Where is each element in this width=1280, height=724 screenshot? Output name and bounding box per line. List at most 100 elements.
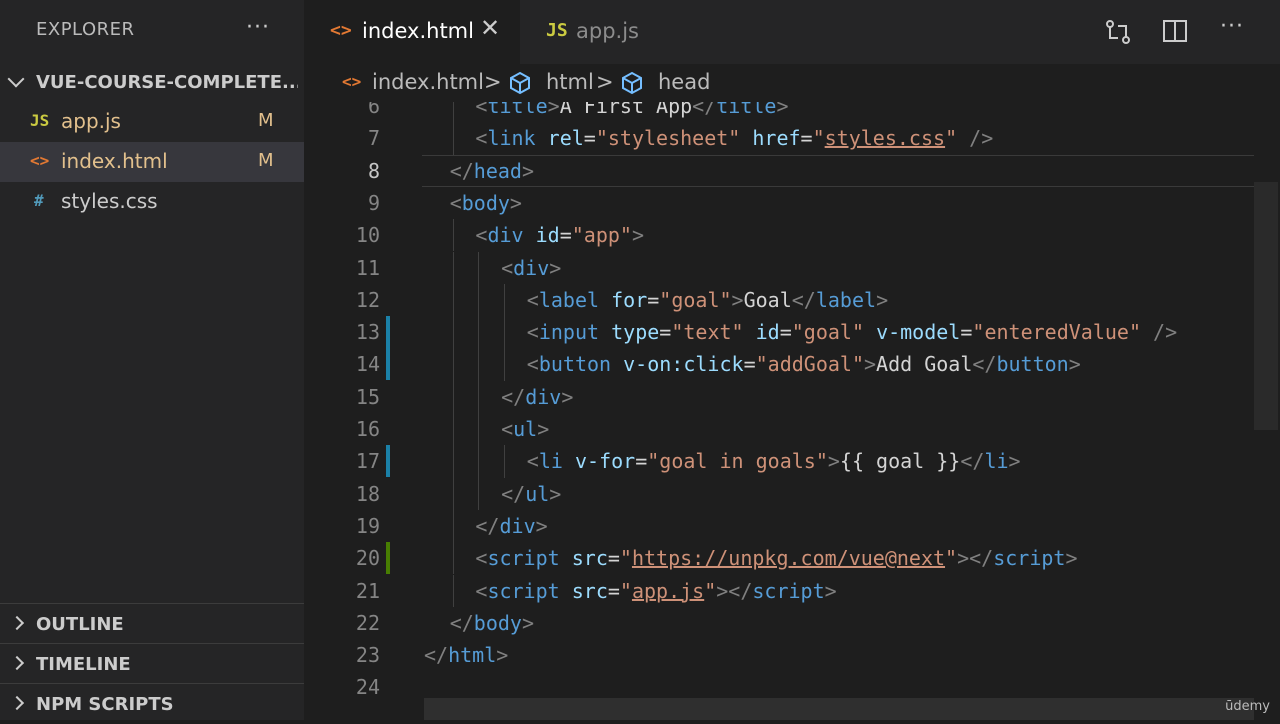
code-line[interactable]: 14 <button v-on:click="addGoal">Add Goal<…	[304, 348, 1254, 381]
file-item-index-html[interactable]: <> index.html M	[0, 142, 304, 182]
code-token: =	[800, 126, 813, 151]
code-line[interactable]: 6 <title>A First App</title>	[304, 102, 1254, 123]
panel-timeline[interactable]: TIMELINE	[0, 643, 304, 684]
code-editor[interactable]: 6 <title>A First App</title> 7 <link rel="s…	[304, 102, 1280, 720]
code-token: <	[501, 417, 514, 441]
indent-guide	[452, 316, 454, 349]
code-token: script	[487, 546, 560, 571]
code-token: {{ goal }}	[839, 449, 961, 474]
code-token: ></	[716, 578, 753, 603]
code-token: ul	[525, 481, 550, 506]
code-line[interactable]: 12 <label for="goal">Goal</label>	[304, 283, 1254, 317]
horizontal-scrollbar[interactable]	[424, 698, 1254, 720]
code-token: title	[487, 102, 548, 118]
file-item-app-js[interactable]: JS app.js M	[0, 102, 304, 142]
panel-npm-scripts[interactable]: NPM SCRIPTS	[0, 683, 304, 724]
code-line[interactable]: 16 <ul>	[304, 413, 1254, 446]
code-line[interactable]: 18 </ul>	[304, 477, 1254, 510]
code-line[interactable]: 10 <div id="app">	[304, 219, 1254, 252]
code-token: =	[559, 223, 572, 248]
code-text: <button v-on:click="addGoal">Add Goal</b…	[527, 352, 1081, 376]
code-token: link	[487, 126, 536, 151]
code-line[interactable]: 19 </div>	[304, 509, 1254, 543]
close-icon[interactable]: ✕	[480, 14, 500, 42]
code-token: Goal	[743, 287, 792, 312]
code-line[interactable]: 7 <link rel="stylesheet" href="styles.css…	[304, 122, 1254, 155]
code-token: >	[537, 417, 550, 441]
indent-guide	[452, 509, 454, 543]
file-item-styles-css[interactable]: # styles.css	[0, 182, 304, 222]
explorer-title: EXPLORER	[36, 19, 135, 40]
vertical-scrollbar[interactable]	[1254, 182, 1278, 430]
breadcrumb-html[interactable]: html	[546, 70, 594, 94]
folder-name: VUE-COURSE-COMPLETE...	[36, 72, 298, 93]
code-token: type	[611, 320, 660, 345]
breadcrumb-file[interactable]: index.html	[372, 70, 484, 94]
more-actions-icon[interactable]: ···	[246, 15, 270, 40]
split-editor-icon[interactable]	[1162, 18, 1188, 50]
tab-index-html[interactable]: <> index.html ✕	[304, 0, 520, 64]
code-token: =	[960, 320, 973, 345]
code-line[interactable]: 13 <input type="text" id="goal" v-model="…	[304, 316, 1254, 349]
code-token: <	[475, 578, 488, 603]
file-name: styles.css	[61, 189, 158, 213]
code-token: styles.css	[824, 126, 946, 151]
code-token: >	[547, 102, 560, 118]
html-file-icon: <>	[342, 72, 362, 91]
code-token: div	[487, 223, 524, 248]
gutter-change-marker	[386, 445, 390, 478]
code-token: li	[538, 449, 563, 474]
breadcrumb-head[interactable]: head	[658, 70, 710, 94]
code-line[interactable]: 20 <script src="https://unpkg.com/vue@nex…	[304, 542, 1254, 575]
code-token: <	[526, 449, 539, 474]
code-token: <	[475, 126, 488, 151]
line-number: 21	[355, 578, 380, 603]
code-token: "stylesheet"	[595, 126, 741, 151]
code-line[interactable]: 23 </html>	[304, 639, 1254, 671]
panel-label: OUTLINE	[36, 614, 124, 635]
breadcrumb: <> index.html > html > head	[304, 64, 1280, 102]
code-token: "	[812, 126, 825, 151]
modified-badge: M	[258, 110, 274, 131]
code-text: <input type="text" id="goal" v-model="en…	[527, 320, 1177, 344]
code-line[interactable]: 11 <div>	[304, 251, 1254, 284]
compare-changes-icon[interactable]	[1104, 18, 1132, 52]
code-token: rel	[547, 126, 584, 151]
code-token: </	[424, 643, 449, 668]
more-actions-icon[interactable]: ···	[1220, 14, 1244, 39]
code-token: =	[779, 320, 792, 345]
code-token: "	[704, 578, 717, 603]
code-token: title	[716, 102, 777, 118]
code-text: </head>	[450, 159, 534, 183]
line-number: 6	[367, 102, 380, 118]
code-token: head	[473, 158, 522, 183]
code-text: <body>	[450, 191, 522, 215]
panel-outline[interactable]: OUTLINE	[0, 603, 304, 644]
indent-guide	[452, 380, 454, 413]
indent-guide	[452, 251, 454, 284]
code-token: >	[876, 287, 889, 312]
code-line[interactable]: 22 </body>	[304, 607, 1254, 639]
line-number: 22	[355, 610, 380, 635]
tab-app-js[interactable]: JS app.js	[520, 0, 730, 64]
folder-header[interactable]: VUE-COURSE-COMPLETE...	[0, 66, 304, 100]
code-line[interactable]: 9 <body>	[304, 187, 1254, 219]
code-line[interactable]: 21 <script src="app.js"></script>	[304, 574, 1254, 607]
code-line[interactable]: 17 <li v-for="goal in goals">{{ goal }}</…	[304, 445, 1254, 478]
chevron-down-icon	[7, 70, 25, 88]
code-token: </	[972, 352, 997, 377]
code-token: </	[692, 102, 717, 118]
code-line[interactable]: 15 </div>	[304, 380, 1254, 413]
code-token: </	[501, 384, 526, 409]
code-token: <	[449, 190, 462, 215]
code-line[interactable]: 8 </head>	[304, 154, 1254, 187]
indent-guide	[452, 413, 454, 446]
indent-guide	[452, 477, 454, 510]
indent-guide	[452, 102, 454, 123]
code-token: </	[449, 158, 474, 183]
code-token: "goal"	[791, 320, 865, 345]
